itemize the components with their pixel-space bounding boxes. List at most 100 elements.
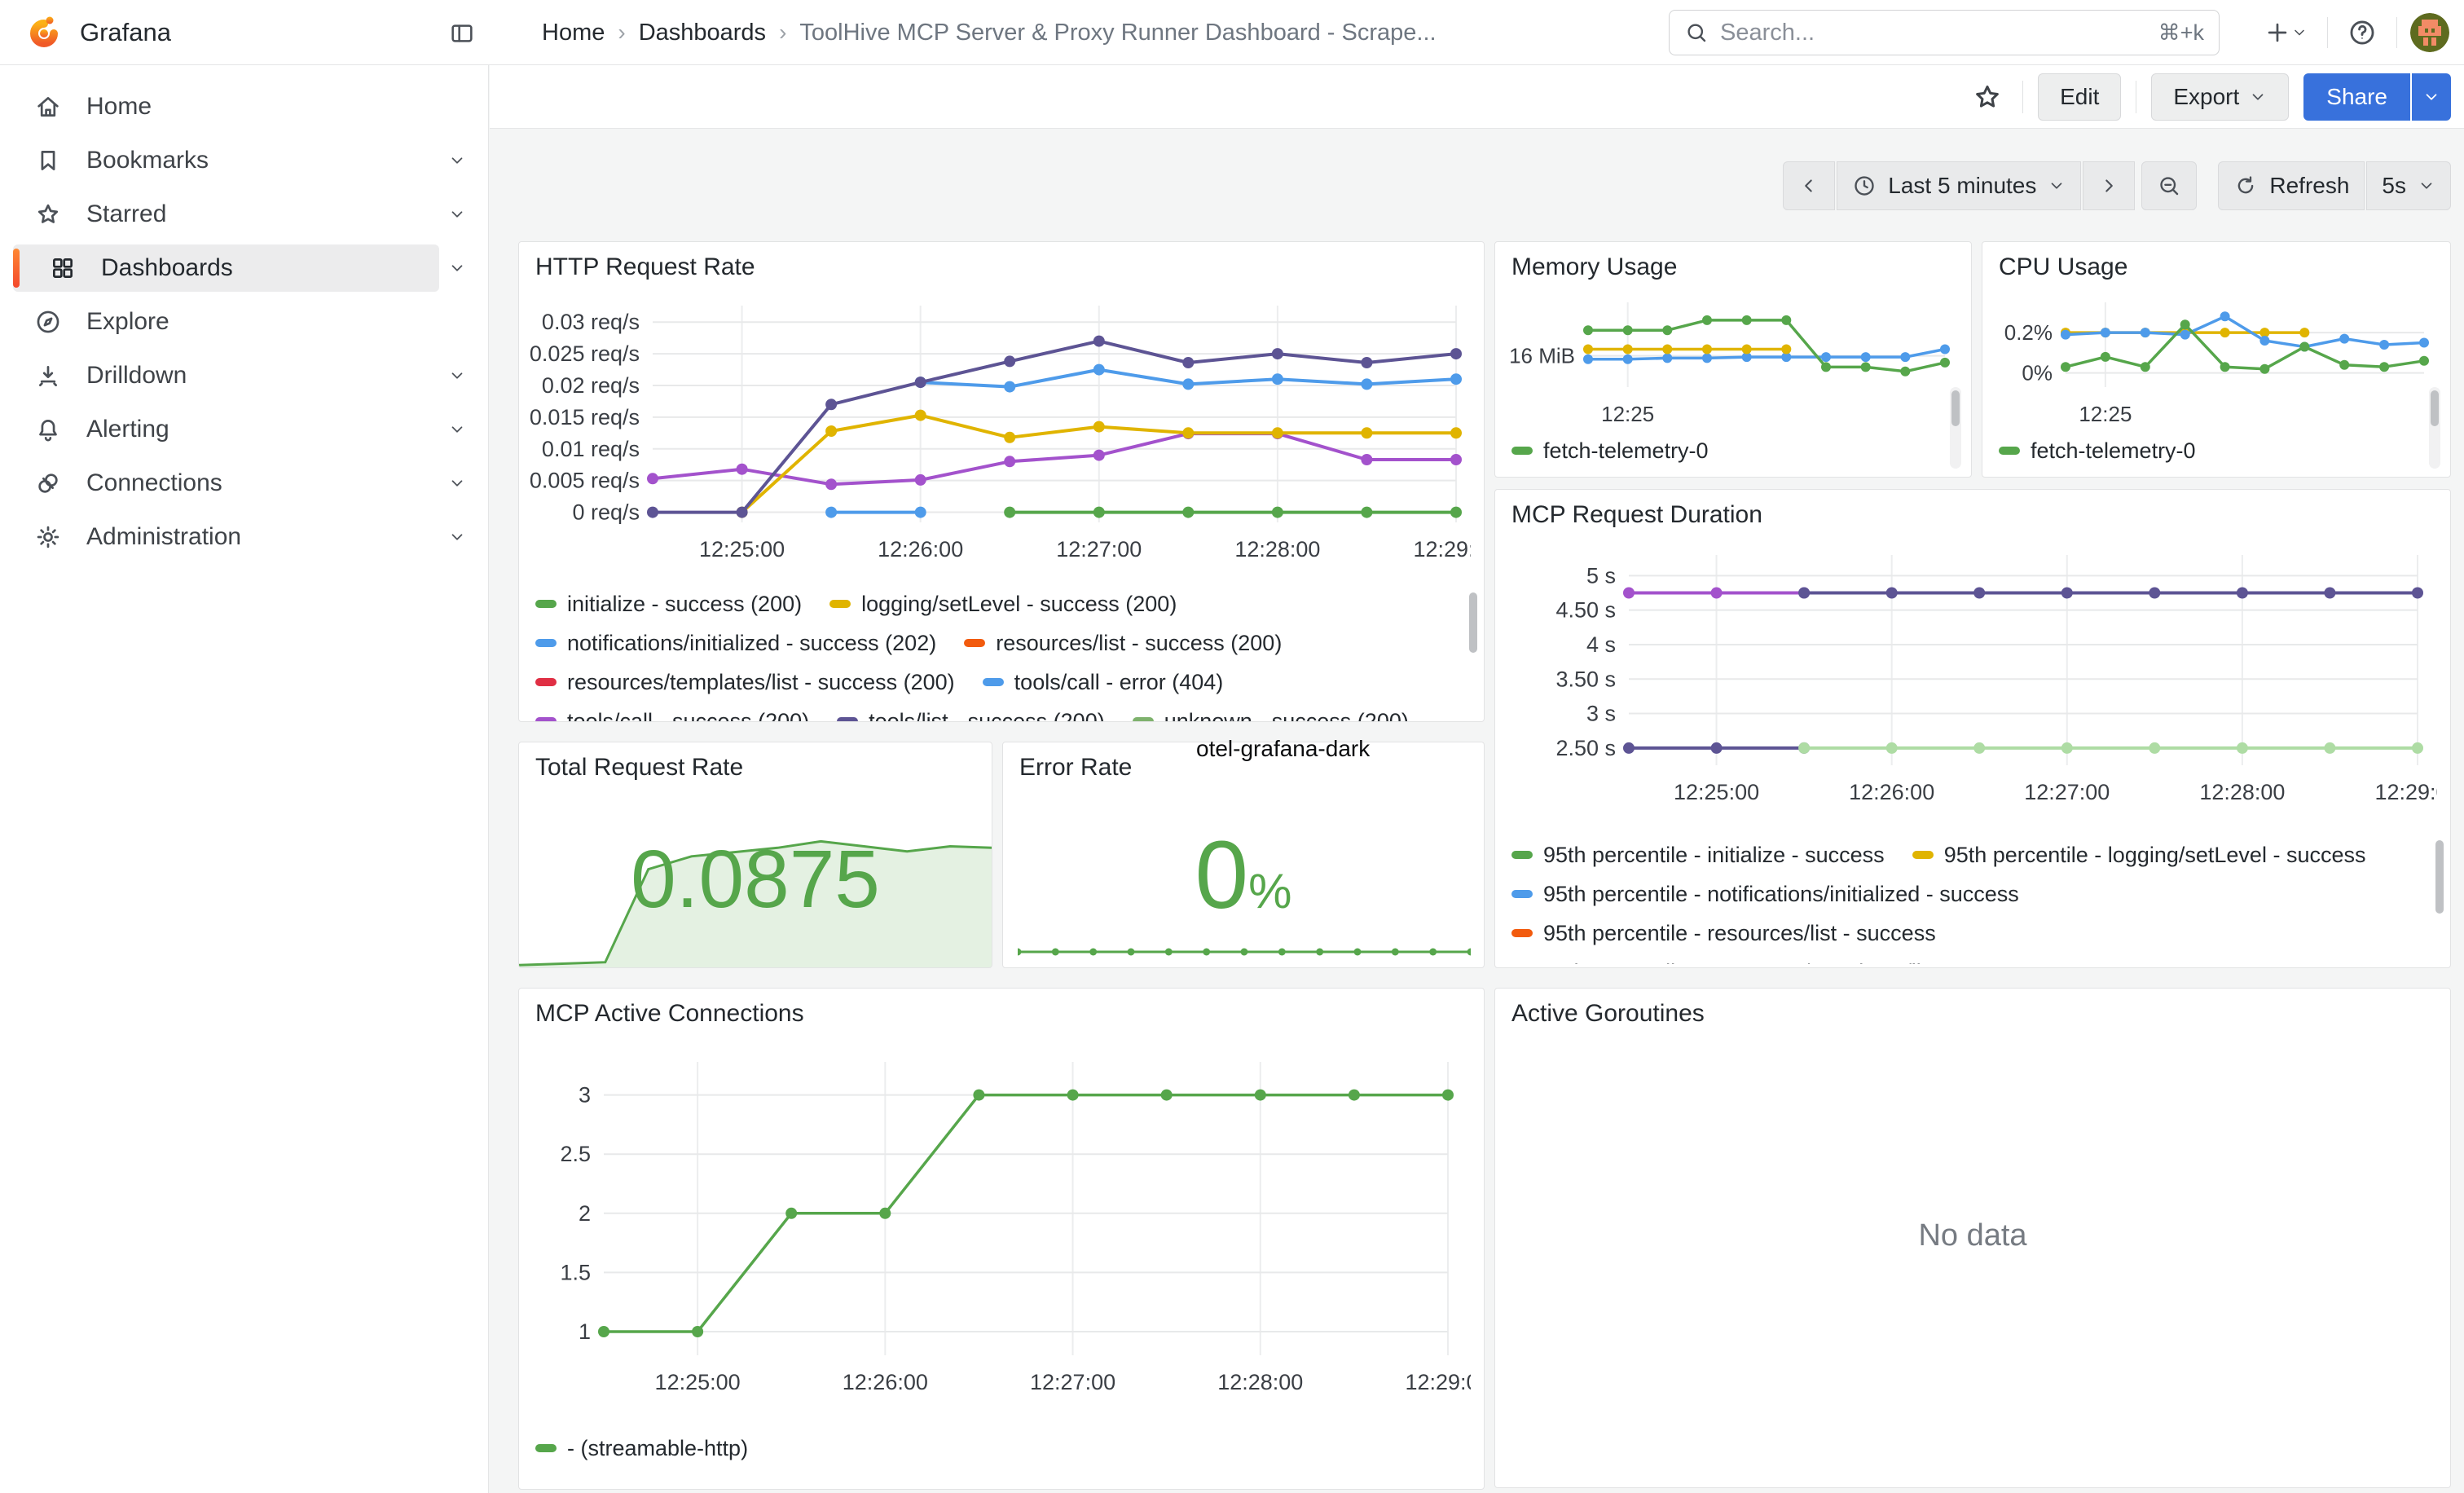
sidebar-item-explore[interactable]: Explore — [13, 295, 475, 349]
legend-item[interactable]: unknown - success (200) — [1133, 709, 1409, 722]
sidebar-link-alerting[interactable]: Alerting — [13, 406, 439, 453]
svg-text:1: 1 — [579, 1319, 591, 1344]
sidebar-link-drilldown[interactable]: Drilldown — [13, 352, 439, 399]
panel-title[interactable]: MCP Active Connections — [535, 1000, 804, 1028]
expand-chevron[interactable] — [439, 465, 475, 501]
sidebar-item-label: Home — [86, 93, 152, 121]
legend-item[interactable]: tools/call - error (404) — [983, 670, 1224, 695]
error-rate-sparkline — [1018, 943, 1471, 961]
sidebar-item-label: Bookmarks — [86, 147, 209, 174]
legend-item[interactable]: initialize - success (200) — [535, 592, 802, 617]
sidebar-link-home[interactable]: Home — [13, 83, 475, 130]
legend-swatch — [1511, 447, 1533, 455]
help-button[interactable] — [2341, 11, 2383, 54]
legend-item[interactable]: 95th percentile - notifications/initiali… — [1511, 882, 2019, 907]
http-request-rate-chart[interactable]: 12:25:0012:26:0012:27:0012:28:0012:29:00… — [530, 293, 1471, 579]
compass-icon — [34, 308, 62, 336]
time-back-button[interactable] — [1783, 161, 1835, 210]
hover-tooltip: otel-grafana-dark — [1196, 736, 1370, 762]
expand-chevron[interactable] — [439, 250, 475, 286]
sidebar-item-drilldown[interactable]: Drilldown — [13, 349, 475, 403]
time-forward-button[interactable] — [2083, 161, 2135, 210]
sidebar-item-home[interactable]: Home — [13, 80, 475, 134]
sidebar-link-explore[interactable]: Explore — [13, 298, 475, 346]
breadcrumb-home[interactable]: Home — [542, 20, 605, 46]
expand-chevron[interactable] — [439, 196, 475, 232]
expand-chevron[interactable] — [439, 412, 475, 447]
chevron-down-icon — [2249, 88, 2267, 106]
sidebar-toggle-button[interactable] — [447, 18, 477, 49]
legend-label: tools/call - success (200) — [567, 709, 809, 722]
sidebar-link-connections[interactable]: Connections — [13, 460, 439, 507]
refresh-button[interactable]: Refresh — [2218, 161, 2365, 210]
legend-item[interactable]: fetch-telemetry-0 — [1999, 438, 2196, 464]
time-range-picker-button[interactable]: Last 5 minutes — [1837, 161, 2081, 210]
svg-text:2.50 s: 2.50 s — [1555, 736, 1616, 760]
legend-label: tools/call - error (404) — [1014, 670, 1224, 695]
legend-item[interactable]: tools/call - success (200) — [535, 709, 809, 722]
export-button[interactable]: Export — [2151, 73, 2289, 121]
legend-item[interactable]: 95th percentile - resources/templates/li… — [1511, 960, 2037, 965]
clock-icon — [1852, 174, 1877, 198]
edit-button[interactable]: Edit — [2038, 73, 2121, 121]
legend-scrollbar[interactable] — [2431, 390, 2439, 426]
sidebar-link-administration[interactable]: Administration — [13, 513, 439, 561]
sidebar-item-starred[interactable]: Starred — [13, 187, 475, 241]
breadcrumb: Home › Dashboards › ToolHive MCP Server … — [542, 0, 1437, 65]
sidebar-item-label: Alerting — [86, 416, 169, 443]
sidebar-item-dashboards[interactable]: Dashboards — [13, 241, 475, 295]
svg-text:12:26:00: 12:26:00 — [843, 1370, 928, 1394]
legend-item[interactable]: fetch-telemetry-0 — [1511, 438, 1709, 464]
add-new-button[interactable] — [2257, 12, 2314, 53]
svg-text:2.5: 2.5 — [560, 1142, 591, 1166]
panel-title[interactable]: Active Goroutines — [1511, 1000, 1705, 1028]
error-rate-unit: % — [1248, 864, 1291, 918]
sidebar-link-dashboards[interactable]: Dashboards — [13, 244, 439, 292]
help-icon — [2347, 18, 2377, 47]
legend-item[interactable]: notifications/initialized - success (202… — [535, 631, 936, 656]
legend-item[interactable]: 95th percentile - logging/setLevel - suc… — [1912, 843, 2366, 868]
avatar[interactable] — [2410, 13, 2449, 52]
mcp-request-duration-chart[interactable]: 12:25:0012:26:0012:27:0012:28:0012:29:00… — [1507, 534, 2437, 824]
sidebar-link-bookmarks[interactable]: Bookmarks — [13, 137, 439, 184]
legend-item[interactable]: tools/list - success (200) — [837, 709, 1105, 722]
legend-item[interactable]: resources/templates/list - success (200) — [535, 670, 955, 695]
memory-usage-chart[interactable]: 12:2516 MiB — [1503, 289, 1955, 426]
sidebar-link-starred[interactable]: Starred — [13, 191, 439, 238]
legend-label: notifications/initialized - success (202… — [567, 631, 936, 656]
panel-title[interactable]: Error Rate — [1019, 754, 1132, 782]
sidebar-item-connections[interactable]: Connections — [13, 456, 475, 510]
search-input[interactable] — [1720, 20, 2147, 46]
legend-scrollbar[interactable] — [1951, 390, 1960, 426]
legend-item[interactable]: logging/setLevel - success (200) — [829, 592, 1177, 617]
expand-chevron[interactable] — [439, 143, 475, 178]
share-options-button[interactable] — [2412, 73, 2451, 121]
legend-item[interactable]: 95th percentile - resources/list - succe… — [1511, 921, 1936, 946]
panel-title[interactable]: CPU Usage — [1999, 253, 2127, 281]
panel-title[interactable]: MCP Request Duration — [1511, 501, 1762, 529]
legend-scrollbar[interactable] — [1469, 592, 1477, 653]
breadcrumb-dashboards[interactable]: Dashboards — [639, 20, 766, 46]
expand-chevron[interactable] — [439, 519, 475, 555]
legend-scrollbar[interactable] — [2435, 840, 2444, 914]
sidebar-item-administration[interactable]: Administration — [13, 510, 475, 564]
panel-title[interactable]: Total Request Rate — [535, 754, 743, 782]
breadcrumb-current: ToolHive MCP Server & Proxy Runner Dashb… — [799, 20, 1436, 46]
search-box[interactable]: ⌘+k — [1669, 10, 2220, 55]
share-button[interactable]: Share — [2303, 73, 2410, 121]
favorite-star-button[interactable] — [1967, 77, 2008, 117]
legend-item[interactable]: 95th percentile - initialize - success — [1511, 843, 1885, 868]
panel-title[interactable]: Memory Usage — [1511, 253, 1677, 281]
sidebar-item-label: Dashboards — [101, 254, 233, 282]
sidebar-item-bookmarks[interactable]: Bookmarks — [13, 134, 475, 187]
panel-title[interactable]: HTTP Request Rate — [535, 253, 755, 281]
expand-chevron[interactable] — [439, 358, 475, 394]
zoom-out-button[interactable] — [2141, 161, 2197, 210]
sidebar-item-alerting[interactable]: Alerting — [13, 403, 475, 456]
legend-item[interactable]: - (streamable-http) — [535, 1436, 748, 1461]
legend-item[interactable]: resources/list - success (200) — [964, 631, 1282, 656]
cpu-usage-chart[interactable]: 12:250%0.2% — [1991, 289, 2434, 426]
refresh-interval-button[interactable]: 5s — [2366, 161, 2451, 210]
bell-icon — [34, 416, 62, 443]
mcp-active-connections-chart[interactable]: 12:25:0012:26:0012:27:0012:28:0012:29:00… — [530, 1037, 1471, 1420]
